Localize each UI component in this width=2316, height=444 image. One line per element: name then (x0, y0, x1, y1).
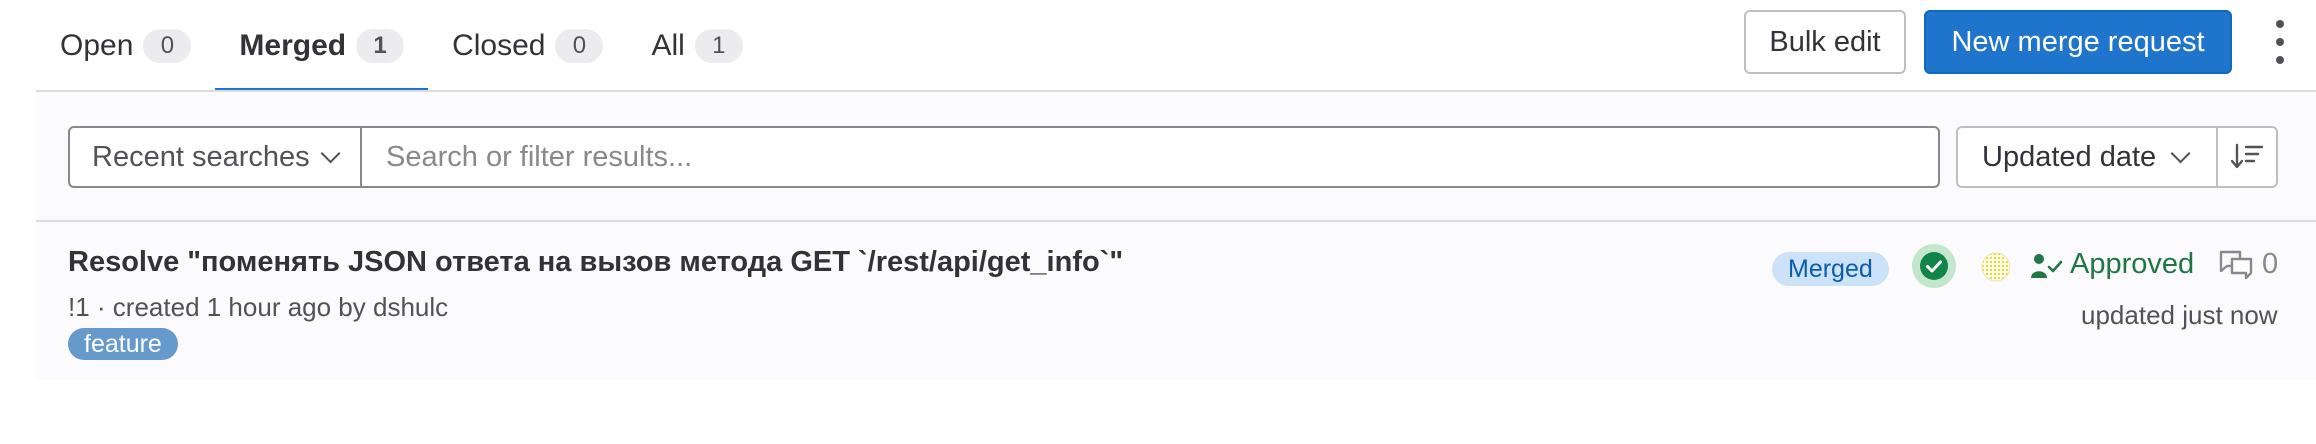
sort-lowest-icon (2230, 143, 2264, 169)
new-merge-request-button[interactable]: New merge request (1924, 10, 2232, 74)
tab-open[interactable]: Open 0 (36, 0, 215, 92)
mr-reference[interactable]: !1 (68, 292, 90, 322)
comments-icon (2219, 250, 2253, 279)
tab-merged-label: Merged (239, 29, 347, 62)
tab-open-label: Open (60, 29, 134, 62)
tab-closed-label: Closed (452, 29, 546, 62)
kebab-vertical-icon[interactable] (2268, 18, 2292, 66)
mr-title-link[interactable]: Resolve "поменять JSON ответа на вызов м… (68, 246, 1123, 279)
label-feature[interactable]: feature (68, 328, 178, 360)
avatar[interactable] (1981, 252, 2011, 282)
status-badge: Merged (1772, 252, 1889, 286)
mr-state-tabs: Open 0 Merged 1 Closed 0 All 1 (36, 0, 767, 92)
chevron-down-icon (320, 143, 341, 164)
check-circle-icon (1920, 252, 1948, 280)
comment-count: 0 (2262, 248, 2279, 280)
tab-closed-count: 0 (555, 29, 604, 63)
tab-merged[interactable]: Merged 1 (215, 0, 428, 92)
mr-created-text: · created 1 hour ago by (96, 292, 366, 322)
recent-searches-label: Recent searches (92, 140, 310, 173)
tab-all[interactable]: All 1 (627, 0, 766, 92)
chevron-down-icon (2170, 143, 2191, 164)
tab-all-count: 1 (694, 29, 743, 63)
approval-status[interactable]: Approved (2030, 248, 2194, 281)
search-input[interactable] (360, 126, 1940, 188)
tab-merged-count: 1 (356, 29, 405, 63)
bulk-edit-button[interactable]: Bulk edit (1744, 10, 1906, 74)
tab-closed[interactable]: Closed 0 (428, 0, 627, 92)
mr-author-link[interactable]: dshulc (373, 292, 448, 322)
mr-updated-text: updated just now (2081, 300, 2278, 330)
pipeline-status[interactable] (1912, 244, 1956, 288)
sort-direction-button[interactable] (2216, 126, 2278, 188)
tab-all-label: All (651, 29, 685, 62)
comments-link[interactable]: 0 (2218, 248, 2278, 281)
mr-meta: !1 · created 1 hour ago by dshulc (68, 292, 448, 323)
sort-label: Updated date (1982, 140, 2157, 173)
sort-dropdown[interactable]: Updated date (1956, 126, 2218, 188)
recent-searches-dropdown[interactable]: Recent searches (68, 126, 362, 188)
approval-text: Approved (2070, 248, 2195, 280)
tab-open-count: 0 (143, 29, 192, 63)
approval-user-check-icon (2031, 253, 2063, 278)
